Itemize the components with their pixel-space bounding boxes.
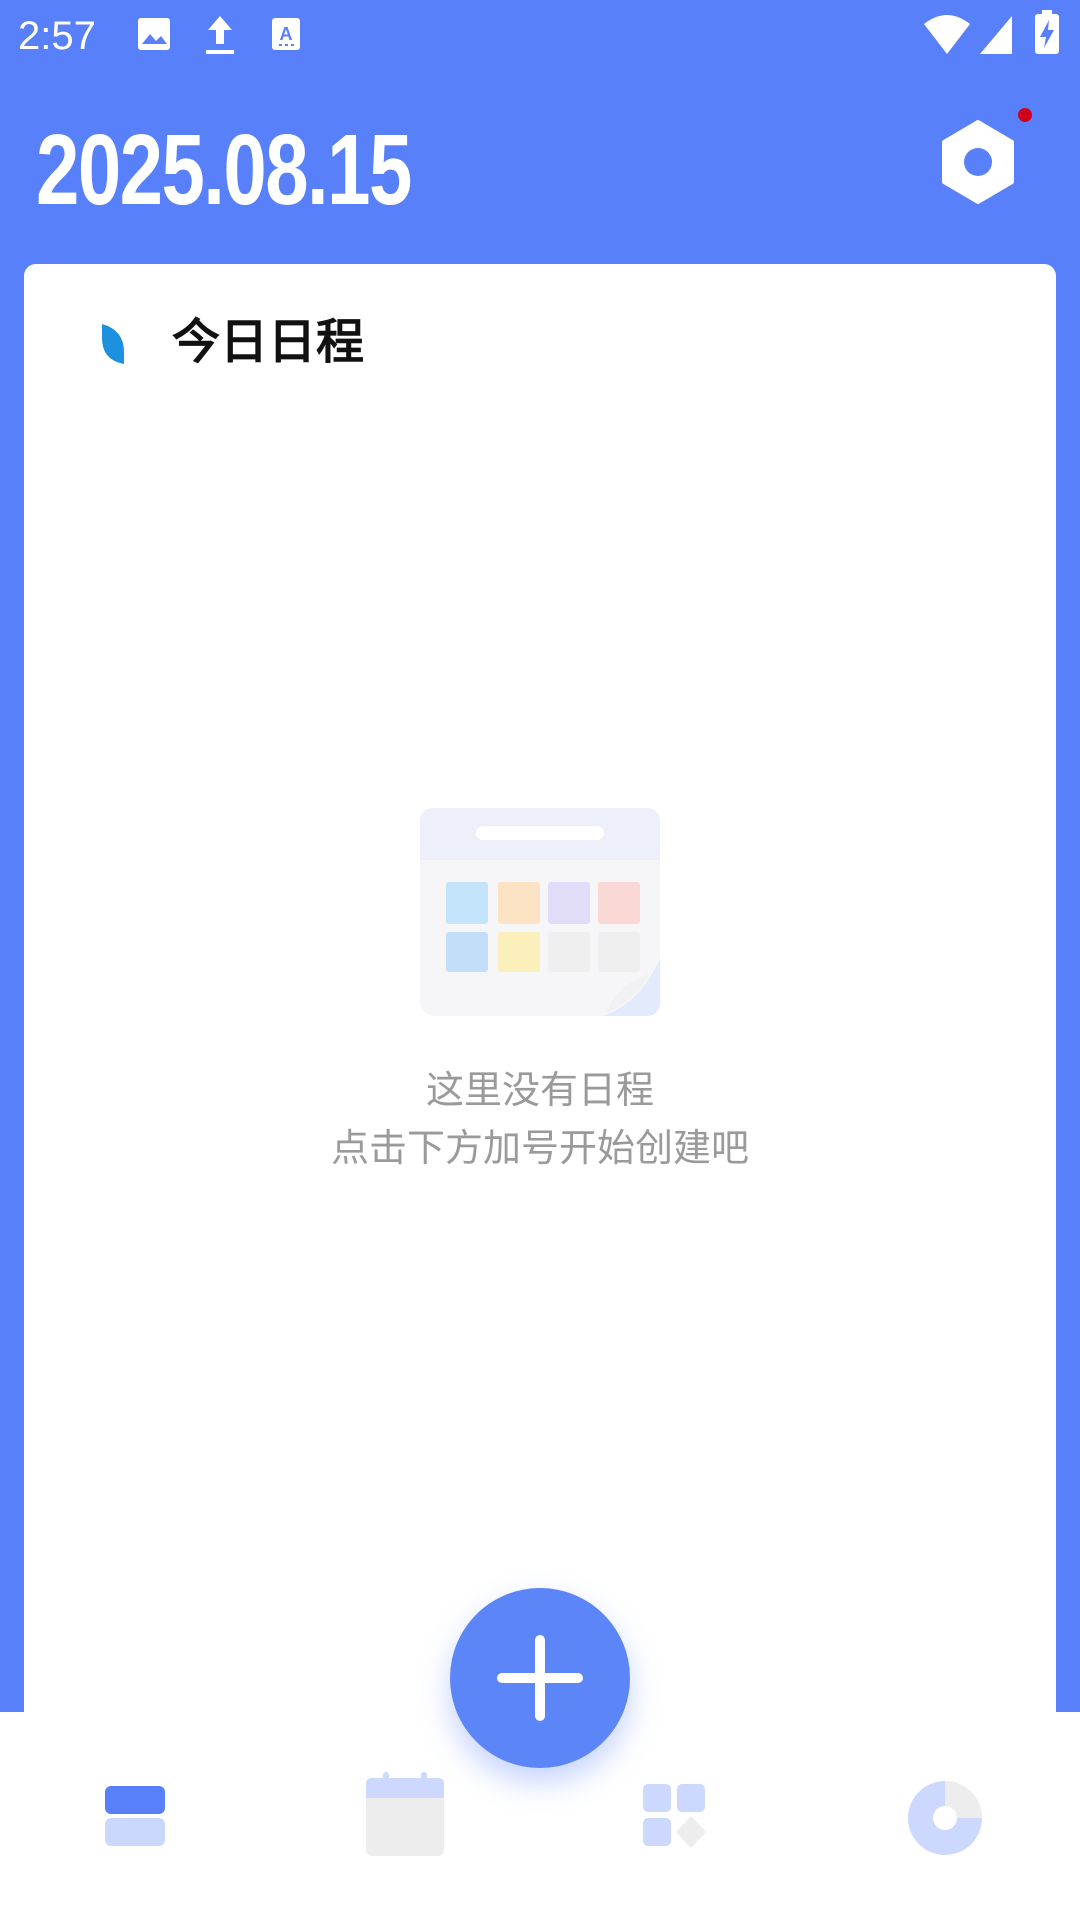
current-date: 2025.08.15 [36, 114, 412, 226]
pie-chart-icon [908, 1781, 982, 1855]
add-schedule-button[interactable] [450, 1588, 630, 1768]
signal-icon [978, 14, 1014, 60]
svg-text:A: A [280, 24, 293, 44]
text-recognition-icon: A [270, 14, 302, 58]
widgets-icon [643, 1784, 706, 1848]
empty-calendar-illustration [420, 808, 660, 1016]
settings-button[interactable] [938, 118, 1018, 206]
nav-item-statistics[interactable] [895, 1772, 995, 1862]
section-title: 今日日程 [172, 314, 365, 370]
battery-charging-icon [1034, 10, 1060, 60]
nav-item-widgets[interactable] [625, 1772, 725, 1862]
calendar-icon [366, 1772, 444, 1856]
plus-icon [497, 1635, 583, 1721]
wifi-icon [922, 12, 972, 60]
notification-dot [1018, 108, 1032, 122]
empty-message-hint: 点击下方加号开始创建吧 [330, 1126, 749, 1170]
status-bar: 2:57 A [0, 0, 1080, 72]
image-icon [136, 14, 172, 58]
upload-icon [202, 14, 238, 62]
hexagon-settings-icon [942, 120, 1014, 204]
nav-item-calendar[interactable] [355, 1772, 455, 1862]
leaf-icon [102, 324, 124, 364]
nav-item-schedule[interactable] [85, 1772, 185, 1862]
empty-message-title: 这里没有日程 [425, 1068, 654, 1112]
status-time: 2:57 [18, 14, 96, 58]
list-icon [105, 1786, 165, 1846]
